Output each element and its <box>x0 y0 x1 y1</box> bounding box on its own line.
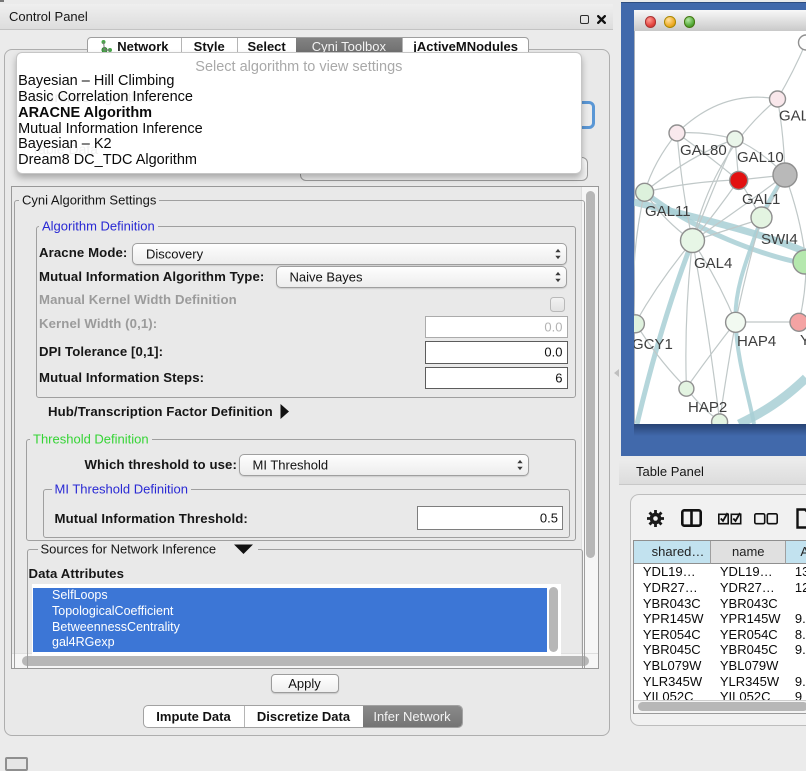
svg-text:HAP2: HAP2 <box>688 399 727 416</box>
svg-text:SWI4: SWI4 <box>761 231 798 248</box>
svg-text:GCY1: GCY1 <box>634 336 673 353</box>
svg-text:GAL: GAL <box>779 108 806 125</box>
svg-text:GAL11: GAL11 <box>645 203 691 220</box>
svg-text:GAL4: GAL4 <box>694 255 732 272</box>
svg-text:HAP4: HAP4 <box>737 333 776 350</box>
svg-text:GAL1: GAL1 <box>742 191 780 208</box>
svg-text:GAL10: GAL10 <box>737 149 784 166</box>
svg-text:Y: Y <box>800 332 806 349</box>
svg-text:GAL80: GAL80 <box>680 142 727 159</box>
